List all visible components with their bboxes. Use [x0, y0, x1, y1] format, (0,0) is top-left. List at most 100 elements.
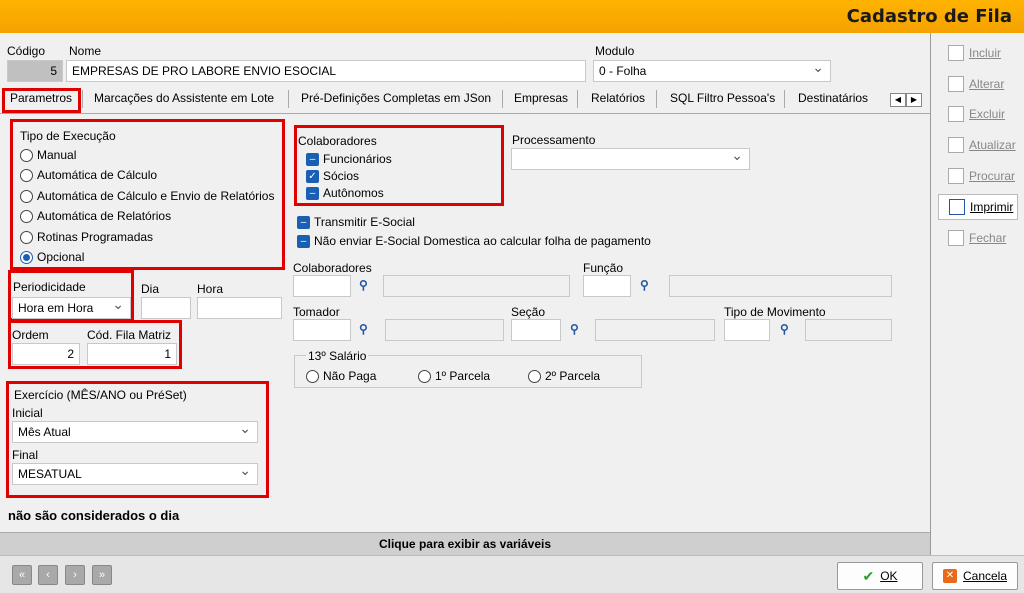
radio-2-parcela[interactable]: 2º Parcela — [528, 369, 600, 383]
ordem-field[interactable]: 2 — [12, 343, 80, 365]
button-label: Imprimir — [970, 200, 1014, 214]
last-record-icon[interactable]: » — [92, 565, 112, 585]
tab-relatorios[interactable]: Relatórios — [591, 91, 645, 105]
checkbox-socios[interactable]: ✓ Sócios — [306, 169, 359, 183]
radio-nao-paga[interactable]: Não Paga — [306, 369, 376, 383]
tipo-movimento-code-field[interactable] — [724, 319, 770, 341]
radio-label: Opcional — [37, 250, 85, 264]
binoculars-icon[interactable]: ⚲ — [570, 322, 579, 336]
binoculars-icon — [948, 168, 964, 184]
previous-record-icon[interactable]: ‹ — [38, 565, 58, 585]
tab-scroll-right-icon[interactable]: ▶ — [906, 93, 922, 107]
button-label: OK — [880, 569, 898, 583]
excluir-button[interactable]: Excluir — [938, 101, 1018, 127]
tab-marcacoes[interactable]: Marcações do Assistente em Lote — [94, 91, 274, 105]
fila-matriz-field[interactable]: 1 — [87, 343, 177, 365]
procurar-button[interactable]: Procurar — [938, 163, 1018, 189]
radio-icon — [20, 148, 33, 162]
funcao-desc-field — [669, 275, 892, 297]
checkbox-nao-enviar[interactable]: – Não enviar E-Social Domestica ao calcul… — [297, 234, 651, 248]
radio-opcional[interactable]: Opcional — [20, 250, 84, 264]
radio-label: Automática de Relatórios — [37, 209, 172, 223]
tab-sql-filtro[interactable]: SQL Filtro Pessoa's — [670, 91, 775, 105]
binoculars-icon[interactable]: ⚲ — [359, 278, 368, 292]
inicial-select[interactable]: Mês Atual — [12, 421, 258, 443]
radio-label: 2º Parcela — [545, 369, 601, 383]
radio-icon — [528, 369, 541, 383]
secao-label: Seção — [511, 305, 546, 319]
radio-icon — [418, 369, 431, 383]
document-icon — [948, 45, 964, 61]
radio-automatica-calculo[interactable]: Automática de Cálculo — [20, 168, 157, 182]
checkmark-icon: ✔ — [862, 567, 875, 584]
checkbox-partial-icon: – — [306, 152, 319, 166]
binoculars-icon[interactable]: ⚲ — [780, 322, 789, 336]
processamento-select[interactable] — [511, 148, 750, 170]
variables-bar[interactable]: Clique para exibir as variáveis — [0, 532, 930, 555]
codigo-field[interactable]: 5 — [7, 60, 63, 82]
radio-label: Rotinas Programadas — [37, 230, 154, 244]
button-label: Alterar — [969, 77, 1005, 91]
edit-icon — [948, 76, 964, 92]
tab-empresas[interactable]: Empresas — [514, 91, 568, 105]
nome-field[interactable]: EMPRESAS DE PRO LABORE ENVIO ESOCIAL — [66, 60, 586, 82]
periodicidade-select[interactable]: Hora em Hora — [12, 297, 131, 319]
binoculars-icon[interactable]: ⚲ — [359, 322, 368, 336]
secao-code-field[interactable] — [511, 319, 561, 341]
hora-label: Hora — [197, 282, 224, 296]
modulo-select[interactable]: 0 - Folha — [593, 60, 831, 82]
title-bar: Cadastro de Fila — [0, 0, 1024, 33]
colaboradores-filter-label: Colaboradores — [293, 261, 372, 275]
decimo-terceiro-title: 13º Salário — [306, 349, 369, 363]
radio-icon — [20, 209, 33, 223]
secao-desc-field — [595, 319, 715, 341]
window-title: Cadastro de Fila — [846, 6, 1012, 27]
button-label: Cancela — [962, 569, 1008, 583]
radio-manual[interactable]: Manual — [20, 148, 76, 162]
button-label: Fechar — [969, 231, 1007, 245]
inicial-label: Inicial — [12, 406, 43, 420]
checkbox-label: Não enviar E-Social Domestica ao calcula… — [314, 234, 651, 248]
tab-scroll-left-icon[interactable]: ◀ — [890, 93, 906, 107]
checkbox-checked-icon: ✓ — [306, 169, 319, 183]
cancel-button[interactable]: ✕ Cancela — [932, 562, 1018, 590]
fechar-button[interactable]: Fechar — [938, 225, 1018, 251]
colaboradores-code-field[interactable] — [293, 275, 351, 297]
fila-matriz-label: Cód. Fila Matriz — [87, 328, 172, 342]
tab-separator — [577, 90, 578, 108]
tomador-code-field[interactable] — [293, 319, 351, 341]
tab-predefinicoes[interactable]: Pré-Definições Completas em JSon — [301, 91, 491, 105]
binoculars-icon[interactable]: ⚲ — [640, 278, 649, 292]
alterar-button[interactable]: Alterar — [938, 71, 1018, 97]
checkbox-funcionarios[interactable]: – Funcionários — [306, 152, 392, 166]
radio-rotinas-programadas[interactable]: Rotinas Programadas — [20, 230, 153, 244]
dia-field[interactable] — [141, 297, 191, 319]
tab-separator — [502, 90, 503, 108]
ok-button[interactable]: ✔ OK — [837, 562, 923, 590]
note-text: não são considerados o dia — [8, 508, 180, 523]
printer-icon — [949, 199, 965, 215]
tab-separator — [82, 90, 83, 108]
checkbox-transmitir[interactable]: – Transmitir E-Social — [297, 215, 415, 229]
tomador-desc-field — [385, 319, 504, 341]
hora-field[interactable] — [197, 297, 282, 319]
divider — [930, 33, 931, 555]
cancel-icon: ✕ — [942, 569, 957, 583]
tab-destinatarios[interactable]: Destinatários — [798, 91, 868, 105]
tomador-label: Tomador — [293, 305, 340, 319]
checkbox-label: Autônomos — [323, 186, 384, 200]
radio-label: 1º Parcela — [435, 369, 491, 383]
first-record-icon[interactable]: « — [12, 565, 32, 585]
next-record-icon[interactable]: › — [65, 565, 85, 585]
final-select[interactable]: MESATUAL — [12, 463, 258, 485]
funcao-code-field[interactable] — [583, 275, 631, 297]
incluir-button[interactable]: Incluir — [938, 40, 1018, 66]
radio-automatica-relatorios[interactable]: Automática de Relatórios — [20, 209, 171, 223]
atualizar-button[interactable]: Atualizar — [938, 132, 1018, 158]
radio-automatica-calculo-envio[interactable]: Automática de Cálculo e Envio de Relatór… — [20, 189, 274, 203]
colaboradores-desc-field — [383, 275, 570, 297]
checkbox-autonomos[interactable]: – Autônomos — [306, 186, 384, 200]
funcao-label: Função — [583, 261, 624, 275]
radio-1-parcela[interactable]: 1º Parcela — [418, 369, 490, 383]
imprimir-button[interactable]: Imprimir — [938, 194, 1018, 220]
